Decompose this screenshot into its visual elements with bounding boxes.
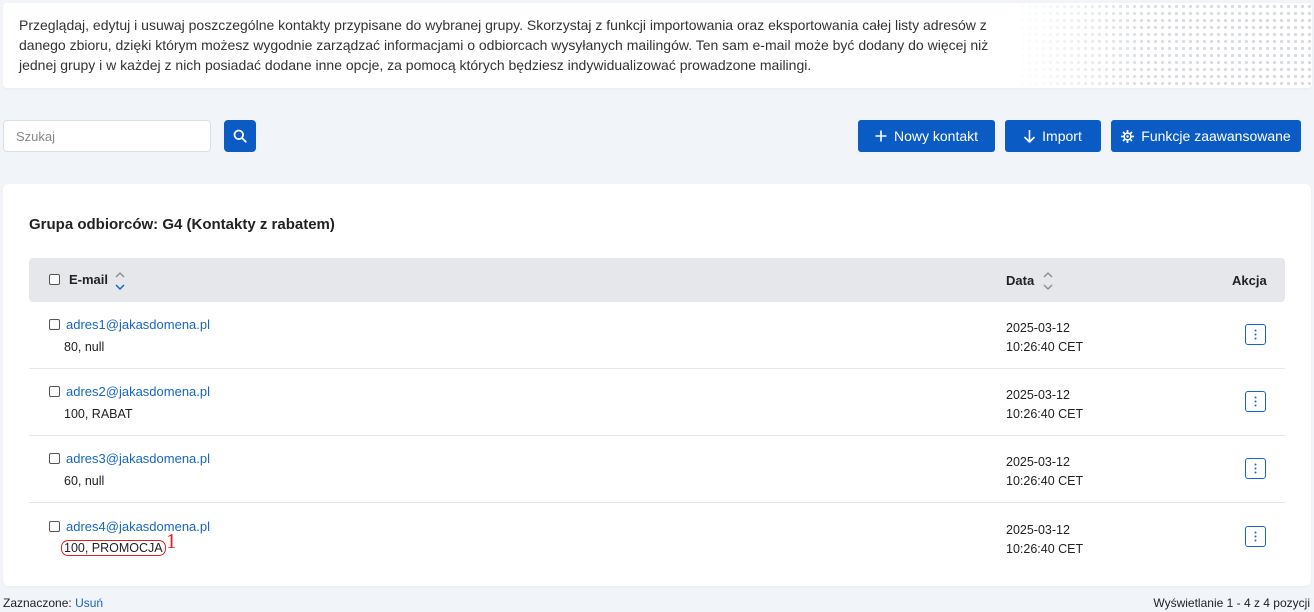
contact-options: 60, null (64, 474, 105, 488)
more-vertical-icon (1254, 463, 1257, 474)
row-action-button[interactable] (1245, 526, 1266, 547)
row-checkbox[interactable] (49, 521, 60, 532)
delete-selected-link[interactable]: Usuń (75, 596, 103, 610)
advanced-functions-label: Funkcje zaawansowane (1141, 128, 1291, 144)
date-value: 2025-03-12 (1006, 523, 1070, 537)
info-text: Przeglądaj, edytuj i usuwaj poszczególne… (19, 17, 989, 73)
date-value: 2025-03-12 (1006, 321, 1070, 335)
more-vertical-icon (1254, 531, 1257, 542)
time-value: 10:26:40 CET (1006, 340, 1084, 354)
group-title: Grupa odbiorców: G4 (Kontakty z rabatem) (29, 216, 335, 233)
email-link[interactable]: adres4@jakasdomena.pl (66, 519, 210, 534)
sort-email-icon[interactable] (114, 270, 126, 292)
selected-label: Zaznaczone: (3, 596, 72, 610)
row-action-button[interactable] (1245, 391, 1266, 412)
more-vertical-icon (1254, 329, 1257, 340)
contact-options-highlighted: 100, PROMOCJA (61, 540, 166, 556)
search-icon (233, 129, 247, 143)
date-cell: 2025-03-12 10:26:40 CET (1006, 319, 1083, 357)
date-value: 2025-03-12 (1006, 455, 1070, 469)
date-value: 2025-03-12 (1006, 388, 1070, 402)
decorative-pattern (1012, 3, 1312, 88)
import-label: Import (1042, 128, 1082, 144)
arrow-down-icon (1024, 129, 1035, 143)
import-button[interactable]: Import (1005, 120, 1101, 152)
more-vertical-icon (1254, 396, 1257, 407)
table-row: adres4@jakasdomena.pl 100, PROMOCJA 1 20… (29, 504, 1285, 571)
group-card: Grupa odbiorców: G4 (Kontakty z rabatem)… (3, 184, 1311, 586)
table-row: adres3@jakasdomena.pl 60, null 2025-03-1… (29, 436, 1285, 503)
row-checkbox[interactable] (49, 453, 60, 464)
row-checkbox[interactable] (49, 386, 60, 397)
search-input[interactable] (3, 120, 211, 152)
date-cell: 2025-03-12 10:26:40 CET (1006, 386, 1083, 424)
email-link[interactable]: adres2@jakasdomena.pl (66, 384, 210, 399)
email-link[interactable]: adres3@jakasdomena.pl (66, 451, 210, 466)
time-value: 10:26:40 CET (1006, 542, 1084, 556)
plus-icon (875, 130, 887, 142)
selection-footer: Zaznaczone: Usuń (3, 596, 103, 610)
email-link[interactable]: adres1@jakasdomena.pl (66, 317, 210, 332)
time-value: 10:26:40 CET (1006, 474, 1084, 488)
gear-icon (1121, 129, 1135, 143)
date-cell: 2025-03-12 10:26:40 CET (1006, 453, 1083, 491)
new-contact-button[interactable]: Nowy kontakt (858, 120, 995, 152)
row-action-button[interactable] (1245, 458, 1266, 479)
annotation-marker: 1 (166, 529, 177, 553)
time-value: 10:26:40 CET (1006, 407, 1084, 421)
info-box: Przeglądaj, edytuj i usuwaj poszczególne… (3, 3, 1312, 88)
contact-options: 100, RABAT (64, 407, 133, 421)
sort-date-icon[interactable] (1042, 270, 1054, 292)
advanced-functions-button[interactable]: Funkcje zaawansowane (1111, 120, 1301, 152)
table-header: E-mail Data Akcja (29, 258, 1285, 302)
email-column-header[interactable]: E-mail (69, 272, 108, 287)
table-row: adres2@jakasdomena.pl 100, RABAT 2025-03… (29, 369, 1285, 436)
row-checkbox[interactable] (49, 319, 60, 330)
search-button[interactable] (224, 120, 256, 152)
action-column-header: Akcja (1232, 273, 1267, 288)
date-cell: 2025-03-12 10:26:40 CET (1006, 521, 1083, 559)
contact-options: 80, null (64, 340, 105, 354)
date-column-header[interactable]: Data (1006, 273, 1034, 288)
table-row: adres1@jakasdomena.pl 80, null 2025-03-1… (29, 302, 1285, 369)
row-action-button[interactable] (1245, 324, 1266, 345)
pagination-info: Wyświetlanie 1 - 4 z 4 pozycji (1153, 596, 1310, 610)
new-contact-label: Nowy kontakt (893, 128, 979, 144)
select-all-checkbox[interactable] (49, 274, 60, 285)
